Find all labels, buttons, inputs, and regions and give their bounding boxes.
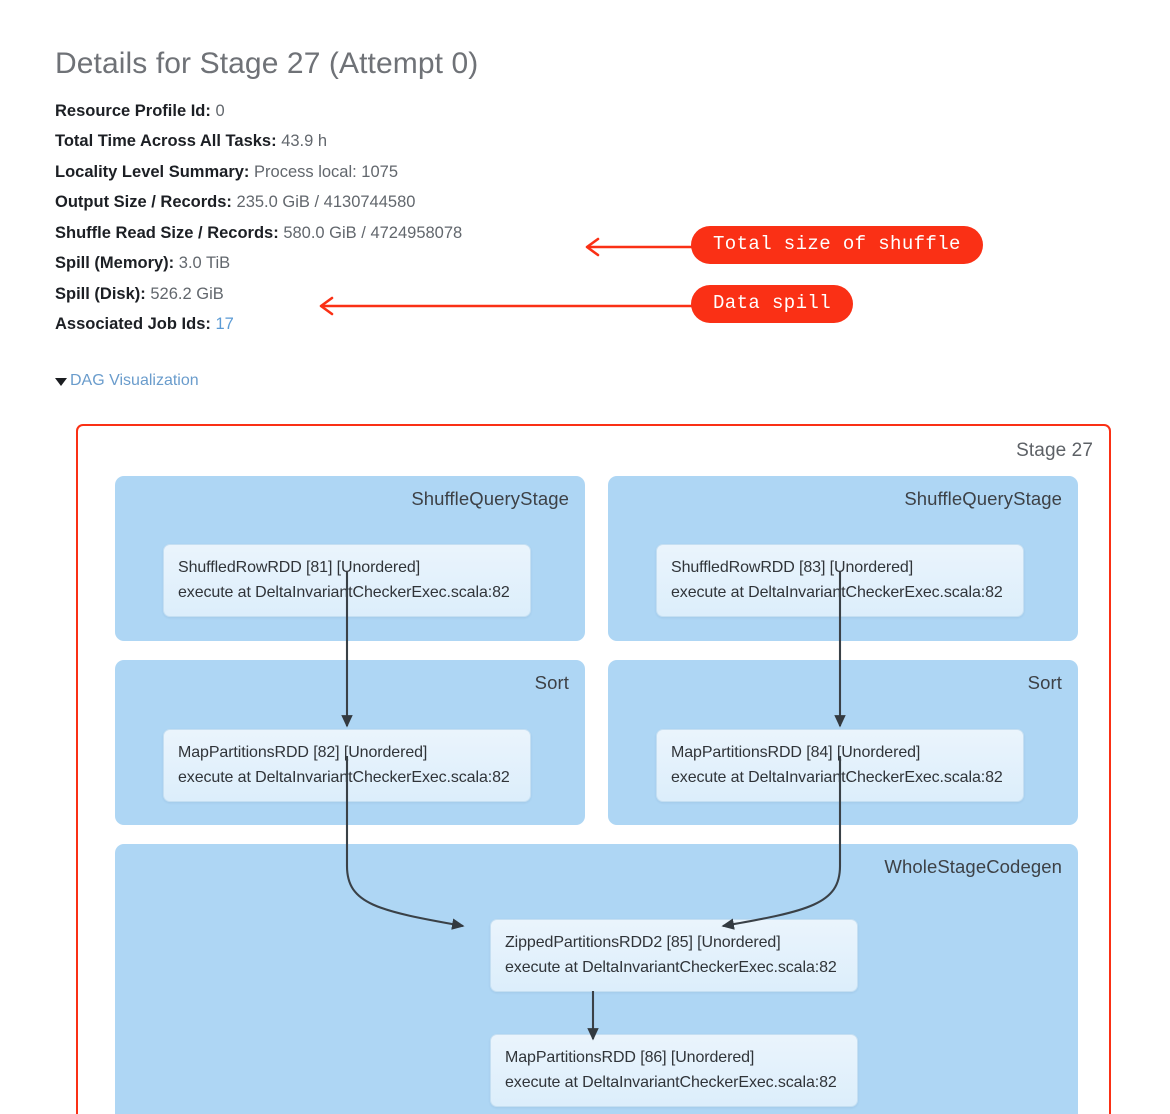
summary-row-output-size: Output Size / Records: 235.0 GiB / 41307… xyxy=(55,187,1055,218)
dag-node-line2: execute at DeltaInvariantCheckerExec.sca… xyxy=(178,769,510,786)
dag-group-label: WholeStageCodegen xyxy=(884,856,1062,877)
dag-node-shuffledrowrdd-83[interactable]: ShuffledRowRDD [83] [Unordered] execute … xyxy=(656,544,1024,617)
dag-group-shufflequerystage-left[interactable]: ShuffleQueryStage ShuffledRowRDD [81] [U… xyxy=(115,476,585,641)
annotation-callout-spill: Data spill xyxy=(691,285,854,323)
summary-value: 43.9 h xyxy=(281,132,328,150)
dag-node-line1: ShuffledRowRDD [81] [Unordered] xyxy=(178,559,421,576)
dag-node-shuffledrowrdd-81[interactable]: ShuffledRowRDD [81] [Unordered] execute … xyxy=(163,544,531,617)
dag-visualization-container: Stage 27 ShuffleQueryStage ShuffledRowRD… xyxy=(76,424,1111,1114)
summary-row-resource-profile-id: Resource Profile Id: 0 xyxy=(55,96,1055,127)
dag-stage-label: Stage 27 xyxy=(1016,440,1093,461)
dag-node-line2: execute at DeltaInvariantCheckerExec.sca… xyxy=(505,959,837,976)
annotation-text: Data spill xyxy=(713,292,832,314)
dag-group-sort-right[interactable]: Sort MapPartitionsRDD [84] [Unordered] e… xyxy=(608,660,1078,825)
caret-down-icon xyxy=(55,378,67,386)
annotation-callout-shuffle: Total size of shuffle xyxy=(691,226,983,264)
summary-label: Associated Job Ids: xyxy=(55,315,211,333)
annotation-arrow-shuffle xyxy=(585,237,708,257)
summary-label: Output Size / Records: xyxy=(55,193,232,211)
dag-node-mappartitionsrdd-82[interactable]: MapPartitionsRDD [82] [Unordered] execut… xyxy=(163,729,531,802)
summary-value: 235.0 GiB / 4130744580 xyxy=(236,193,416,211)
dag-node-line1: MapPartitionsRDD [86] [Unordered] xyxy=(505,1049,755,1066)
dag-group-label: Sort xyxy=(1027,672,1062,693)
dag-node-line2: execute at DeltaInvariantCheckerExec.sca… xyxy=(671,584,1003,601)
stage-details-page: Details for Stage 27 (Attempt 0) Resourc… xyxy=(0,0,1170,1114)
summary-value: 580.0 GiB / 4724958078 xyxy=(283,223,463,242)
summary-value: 0 xyxy=(215,101,225,120)
dag-node-line1: MapPartitionsRDD [82] [Unordered] xyxy=(178,744,428,761)
summary-label: Total Time Across All Tasks: xyxy=(55,132,277,150)
dag-group-label: Sort xyxy=(534,672,569,693)
dag-node-line1: MapPartitionsRDD [84] [Unordered] xyxy=(671,744,921,761)
summary-value: Process local: 1075 xyxy=(254,162,399,181)
associated-job-id-link[interactable]: 17 xyxy=(215,315,233,333)
annotation-arrow-spill xyxy=(319,296,712,316)
dag-node-line1: ZippedPartitionsRDD2 [85] [Unordered] xyxy=(505,934,781,951)
dag-node-mappartitionsrdd-84[interactable]: MapPartitionsRDD [84] [Unordered] execut… xyxy=(656,729,1024,802)
summary-label: Shuffle Read Size / Records: xyxy=(55,223,279,242)
page-title: Details for Stage 27 (Attempt 0) xyxy=(55,47,479,80)
dag-node-mappartitionsrdd-86[interactable]: MapPartitionsRDD [86] [Unordered] execut… xyxy=(490,1034,858,1107)
dag-node-zippedpartitionsrdd2-85[interactable]: ZippedPartitionsRDD2 [85] [Unordered] ex… xyxy=(490,919,858,992)
dag-group-label: ShuffleQueryStage xyxy=(904,488,1062,509)
dag-group-shufflequerystage-right[interactable]: ShuffleQueryStage ShuffledRowRDD [83] [U… xyxy=(608,476,1078,641)
summary-label: Resource Profile Id: xyxy=(55,101,211,120)
dag-visualization-toggle[interactable]: DAG Visualization xyxy=(55,372,199,390)
dag-group-sort-left[interactable]: Sort MapPartitionsRDD [82] [Unordered] e… xyxy=(115,660,585,825)
dag-node-line2: execute at DeltaInvariantCheckerExec.sca… xyxy=(671,769,1003,786)
summary-value: 3.0 TiB xyxy=(178,254,231,272)
dag-node-line1: ShuffledRowRDD [83] [Unordered] xyxy=(671,559,914,576)
dag-node-line2: execute at DeltaInvariantCheckerExec.sca… xyxy=(505,1074,837,1091)
summary-value: 526.2 GiB xyxy=(150,284,224,303)
dag-node-line2: execute at DeltaInvariantCheckerExec.sca… xyxy=(178,584,510,601)
dag-visualization-label: DAG Visualization xyxy=(70,372,199,389)
dag-group-label: ShuffleQueryStage xyxy=(411,488,569,509)
annotation-text: Total size of shuffle xyxy=(713,233,961,255)
summary-label: Spill (Disk): xyxy=(55,284,146,303)
summary-row-total-time: Total Time Across All Tasks: 43.9 h xyxy=(55,126,1055,157)
summary-label: Spill (Memory): xyxy=(55,254,175,272)
dag-group-wholestagecodegen[interactable]: WholeStageCodegen ZippedPartitionsRDD2 [… xyxy=(115,844,1078,1114)
summary-row-locality-level: Locality Level Summary: Process local: 1… xyxy=(55,157,1055,188)
summary-label: Locality Level Summary: xyxy=(55,162,250,181)
